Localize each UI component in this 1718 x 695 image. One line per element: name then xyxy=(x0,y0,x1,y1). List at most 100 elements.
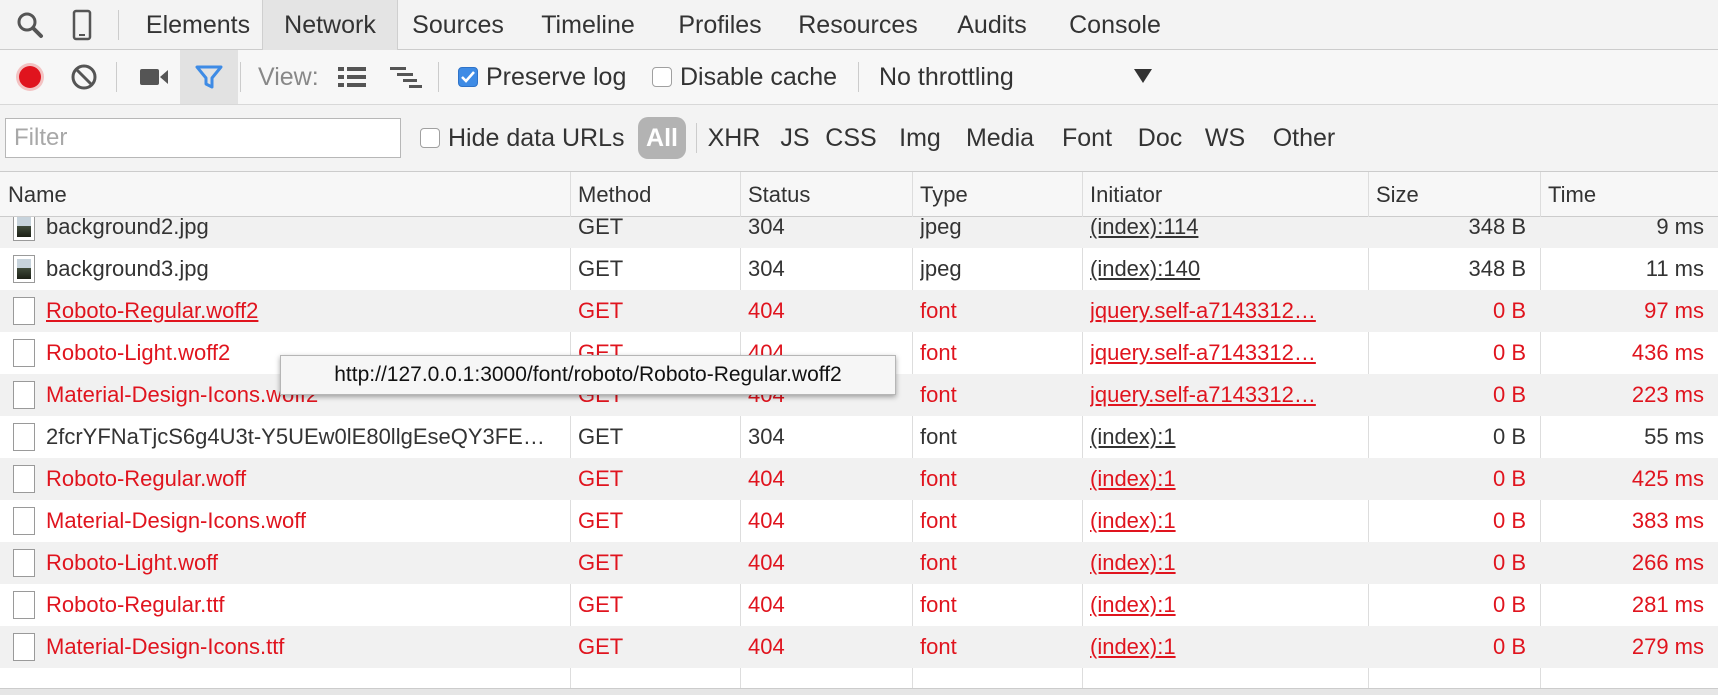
table-row[interactable]: background3.jpg GET 304 jpeg (index):140 348 … xyxy=(0,248,1718,290)
cell-initiator[interactable]: (index):140 xyxy=(1090,248,1360,290)
hide-data-urls-checkbox[interactable]: Hide data URLs xyxy=(420,117,624,159)
filter-type-img[interactable]: Img xyxy=(890,117,950,159)
toolbar-divider xyxy=(858,62,859,92)
cell-method: GET xyxy=(578,466,624,491)
column-header-time[interactable]: Time xyxy=(1540,172,1718,217)
tab-resources[interactable]: Resources xyxy=(782,0,934,50)
capture-screenshots-icon[interactable] xyxy=(134,50,174,104)
table-row[interactable]: Roboto-Regular.ttf GET 404 font (index):1 0 B… xyxy=(0,584,1718,626)
filter-divider xyxy=(696,123,697,153)
cell-method: GET xyxy=(578,217,624,239)
cell-size: 348 B xyxy=(1468,217,1527,239)
filter-type-other[interactable]: Other xyxy=(1262,117,1346,159)
filter-type-ws[interactable]: WS xyxy=(1200,117,1250,159)
cell-name: 2fcrYFNaTjcS6g4U3t-Y5UEw0lE80llgEseQY3FE… xyxy=(46,424,545,449)
table-row[interactable]: background2.jpg GET 304 jpeg (index):114 348 … xyxy=(0,217,1718,248)
cell-time: 425 ms xyxy=(1631,466,1704,491)
image-file-icon xyxy=(13,255,35,283)
search-icon[interactable] xyxy=(8,0,52,50)
clear-icon[interactable] xyxy=(64,50,104,104)
cell-time: 223 ms xyxy=(1631,382,1704,407)
document-file-icon xyxy=(13,297,35,325)
cell-status: 404 xyxy=(748,634,785,659)
cell-initiator[interactable]: (index):1 xyxy=(1090,500,1360,542)
overview-waterfall-icon[interactable] xyxy=(386,50,426,104)
filter-type-js[interactable]: JS xyxy=(776,117,814,159)
cell-name: background3.jpg xyxy=(46,256,209,281)
filter-type-xhr[interactable]: XHR xyxy=(700,117,768,159)
document-file-icon xyxy=(13,423,35,451)
filter-input[interactable] xyxy=(5,118,401,158)
tab-network[interactable]: Network xyxy=(262,0,398,50)
cell-initiator[interactable]: (index):1 xyxy=(1090,542,1360,584)
view-label: View: xyxy=(258,62,319,91)
document-file-icon xyxy=(13,339,35,367)
cell-size: 0 B xyxy=(1492,466,1526,491)
disable-cache-label: Disable cache xyxy=(680,62,838,91)
cell-initiator[interactable]: jquery.self-a7143312… xyxy=(1090,332,1360,374)
cell-type: font xyxy=(920,298,957,323)
cell-type: font xyxy=(920,466,957,491)
table-row[interactable]: Roboto-Regular.woff GET 404 font (index):1 0 … xyxy=(0,458,1718,500)
cell-type: font xyxy=(920,508,957,533)
cell-initiator[interactable]: (index):1 xyxy=(1090,458,1360,500)
cell-type: jpeg xyxy=(920,256,962,281)
table-row[interactable]: Roboto-Regular.woff2 GET 404 font jquery.sel… xyxy=(0,290,1718,332)
cell-status: 304 xyxy=(748,424,785,449)
column-header-status[interactable]: Status xyxy=(740,172,912,217)
column-header-method[interactable]: Method xyxy=(570,172,740,217)
image-thumbnail xyxy=(17,259,31,279)
record-icon[interactable] xyxy=(10,50,50,104)
tab-console[interactable]: Console xyxy=(1050,0,1180,50)
cell-initiator[interactable]: (index):114 xyxy=(1090,217,1360,248)
cell-name: background2.jpg xyxy=(46,217,209,239)
filter-type-all[interactable]: All xyxy=(638,117,686,159)
hide-data-urls-label: Hide data URLs xyxy=(448,123,625,152)
cell-status: 304 xyxy=(748,217,785,239)
cell-type: jpeg xyxy=(920,217,962,239)
cell-size: 0 B xyxy=(1492,382,1526,407)
filter-icon[interactable] xyxy=(184,50,234,104)
column-header-type[interactable]: Type xyxy=(912,172,1082,217)
filter-type-css[interactable]: CSS xyxy=(820,117,882,159)
document-file-icon xyxy=(13,465,35,493)
table-row[interactable]: Material-Design-Icons.woff GET 404 font (ind… xyxy=(0,500,1718,542)
table-row[interactable]: 2fcrYFNaTjcS6g4U3t-Y5UEw0lE80llgEseQY3FE… xyxy=(0,416,1718,458)
tab-elements[interactable]: Elements xyxy=(130,0,266,50)
filter-type-media[interactable]: Media xyxy=(960,117,1040,159)
cell-time: 436 ms xyxy=(1631,340,1704,365)
tab-sources[interactable]: Sources xyxy=(398,0,518,50)
request-list: background2.jpg GET 304 jpeg (index):114 348 … xyxy=(0,217,1718,692)
device-mode-icon[interactable] xyxy=(60,0,104,50)
cell-initiator[interactable]: (index):1 xyxy=(1090,626,1360,668)
cell-initiator[interactable]: jquery.self-a7143312… xyxy=(1090,290,1360,332)
checkbox-checked-icon xyxy=(458,67,478,87)
filter-type-font[interactable]: Font xyxy=(1054,117,1120,159)
table-row[interactable]: Roboto-Light.woff GET 404 font (index):1 0 B 2… xyxy=(0,542,1718,584)
tab-audits[interactable]: Audits xyxy=(934,0,1050,50)
image-file-icon xyxy=(13,217,35,241)
cell-initiator[interactable]: (index):1 xyxy=(1090,416,1360,458)
cell-initiator[interactable]: jquery.self-a7143312… xyxy=(1090,374,1360,416)
cell-time: 266 ms xyxy=(1631,550,1704,575)
cell-time: 9 ms xyxy=(1656,217,1704,239)
cell-method: GET xyxy=(578,592,624,617)
cell-name: Roboto-Regular.woff2 xyxy=(46,298,259,323)
cell-time: 55 ms xyxy=(1644,424,1704,449)
disable-cache-checkbox[interactable]: Disable cache xyxy=(652,50,837,104)
large-rows-icon[interactable] xyxy=(334,50,370,104)
throttling-select[interactable]: No throttling xyxy=(872,50,1152,104)
filter-type-doc[interactable]: Doc xyxy=(1130,117,1190,159)
table-row[interactable]: Material-Design-Icons.ttf GET 404 font (inde… xyxy=(0,626,1718,668)
column-header-size[interactable]: Size xyxy=(1368,172,1540,217)
preserve-log-checkbox[interactable]: Preserve log xyxy=(458,50,626,104)
cell-status: 404 xyxy=(748,508,785,533)
tab-profiles[interactable]: Profiles xyxy=(658,0,782,50)
tab-timeline[interactable]: Timeline xyxy=(518,0,658,50)
cell-name: Roboto-Light.woff xyxy=(46,550,219,575)
cell-initiator[interactable]: (index):1 xyxy=(1090,584,1360,626)
column-header-initiator[interactable]: Initiator xyxy=(1082,172,1368,217)
cell-name: Roboto-Regular.woff xyxy=(46,466,247,491)
cell-size: 0 B xyxy=(1492,508,1526,533)
column-header-name[interactable]: Name xyxy=(0,172,570,217)
